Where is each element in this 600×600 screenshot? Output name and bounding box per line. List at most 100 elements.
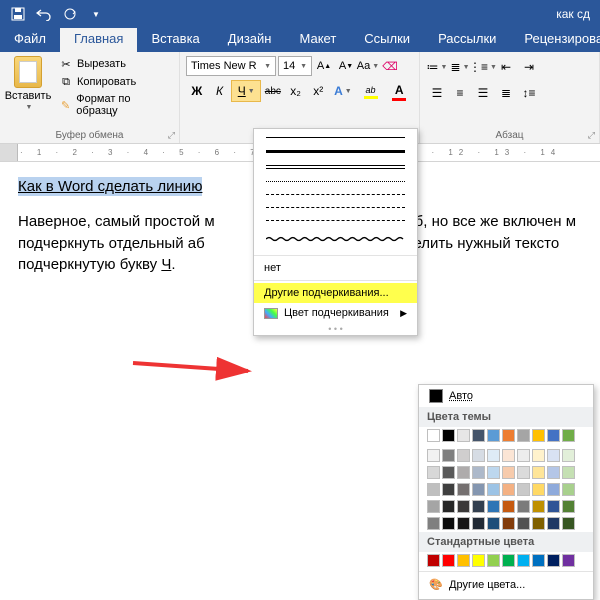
clear-formatting-button[interactable]: ⌫ (380, 56, 400, 76)
tab-insert[interactable]: Вставка (137, 28, 213, 52)
tab-references[interactable]: Ссылки (350, 28, 424, 52)
color-swatch[interactable] (487, 449, 500, 462)
color-swatch[interactable] (472, 500, 485, 513)
color-swatch[interactable] (517, 483, 530, 496)
color-swatch[interactable] (442, 429, 455, 442)
color-swatch[interactable] (502, 554, 515, 567)
shrink-font-button[interactable]: A▼ (336, 56, 356, 76)
color-swatch[interactable] (457, 449, 470, 462)
undo-icon[interactable] (32, 3, 56, 25)
font-name-combo[interactable]: Times New R▼ (186, 56, 276, 76)
color-swatch[interactable] (487, 483, 500, 496)
color-swatch[interactable] (457, 554, 470, 567)
underline-style-dashed[interactable] (266, 194, 405, 195)
color-swatch[interactable] (472, 554, 485, 567)
color-swatch[interactable] (547, 517, 560, 530)
grow-font-button[interactable]: A▲ (314, 56, 334, 76)
tab-design[interactable]: Дизайн (214, 28, 286, 52)
underline-color-submenu[interactable]: Цвет подчеркивания ▶ (254, 303, 417, 323)
tab-file[interactable]: Файл (0, 28, 60, 52)
highlight-button[interactable]: ab (357, 80, 385, 102)
color-swatch[interactable] (547, 466, 560, 479)
color-swatch[interactable] (457, 429, 470, 442)
color-swatch[interactable] (442, 449, 455, 462)
align-center-button[interactable]: ≡ (449, 82, 471, 104)
color-swatch[interactable] (427, 483, 440, 496)
color-swatch[interactable] (562, 500, 575, 513)
align-left-button[interactable]: ☰ (426, 82, 448, 104)
underline-more-styles[interactable]: Другие подчеркивания... (254, 283, 417, 303)
numbering-button[interactable]: ≣▼ (449, 56, 471, 78)
color-swatch[interactable] (562, 554, 575, 567)
color-swatch[interactable] (427, 429, 440, 442)
underline-none[interactable]: нет (254, 258, 417, 278)
color-swatch[interactable] (562, 466, 575, 479)
color-swatch[interactable] (532, 449, 545, 462)
qat-customize-icon[interactable]: ▼ (84, 3, 108, 25)
color-swatch[interactable] (427, 554, 440, 567)
color-swatch[interactable] (502, 429, 515, 442)
color-swatch[interactable] (532, 429, 545, 442)
format-painter-button[interactable]: ✎Формат по образцу (56, 92, 173, 118)
color-swatch[interactable] (562, 449, 575, 462)
color-swatch[interactable] (562, 517, 575, 530)
color-swatch[interactable] (532, 554, 545, 567)
color-swatch[interactable] (442, 500, 455, 513)
color-swatch[interactable] (472, 429, 485, 442)
underline-style-long-dash[interactable] (266, 220, 405, 221)
underline-style-double[interactable] (266, 165, 405, 169)
text-effects-button[interactable]: A▼ (330, 80, 356, 102)
underline-style-dotted[interactable] (266, 181, 405, 182)
color-swatch[interactable] (487, 554, 500, 567)
color-swatch[interactable] (517, 554, 530, 567)
color-swatch[interactable] (442, 554, 455, 567)
copy-button[interactable]: ⧉Копировать (56, 74, 173, 90)
color-swatch[interactable] (487, 517, 500, 530)
color-swatch[interactable] (502, 449, 515, 462)
color-swatch[interactable] (472, 466, 485, 479)
strikethrough-button[interactable]: abc (262, 80, 284, 102)
change-case-button[interactable]: Aa▼ (358, 56, 378, 76)
font-size-combo[interactable]: 14▼ (278, 56, 312, 76)
color-swatch[interactable] (487, 429, 500, 442)
tab-layout[interactable]: Макет (285, 28, 350, 52)
save-icon[interactable] (6, 3, 30, 25)
color-swatch[interactable] (502, 500, 515, 513)
superscript-button[interactable]: x² (307, 80, 329, 102)
underline-button[interactable]: Ч▼ (231, 80, 261, 102)
color-swatch[interactable] (457, 483, 470, 496)
color-swatch[interactable] (442, 483, 455, 496)
bold-button[interactable]: Ж (186, 80, 208, 102)
paste-button[interactable]: Вставить ▼ (6, 56, 50, 118)
underline-style-wave[interactable] (266, 233, 405, 245)
bullets-button[interactable]: ≔▼ (426, 56, 448, 78)
color-swatch[interactable] (547, 429, 560, 442)
underline-style-single[interactable] (266, 137, 405, 138)
color-auto[interactable]: Авто (419, 385, 593, 407)
color-swatch[interactable] (427, 500, 440, 513)
tab-mailings[interactable]: Рассылки (424, 28, 510, 52)
justify-button[interactable]: ≣ (495, 82, 517, 104)
underline-style-thick[interactable] (266, 150, 405, 153)
redo-icon[interactable] (58, 3, 82, 25)
underline-style-dash-dot[interactable] (266, 207, 405, 208)
cut-button[interactable]: ✂Вырезать (56, 56, 173, 72)
align-right-button[interactable]: ☰ (472, 82, 494, 104)
tab-home[interactable]: Главная (60, 28, 137, 52)
color-swatch[interactable] (517, 517, 530, 530)
color-swatch[interactable] (562, 483, 575, 496)
multilevel-button[interactable]: ⋮≡▼ (472, 56, 494, 78)
color-swatch[interactable] (517, 429, 530, 442)
color-swatch[interactable] (532, 517, 545, 530)
dialog-launcher-icon[interactable]: ⤢ (588, 130, 595, 141)
increase-indent-button[interactable]: ⇥ (518, 56, 540, 78)
color-swatch[interactable] (547, 449, 560, 462)
color-swatch[interactable] (547, 483, 560, 496)
tab-review[interactable]: Рецензирование (510, 28, 600, 52)
dialog-launcher-icon[interactable]: ⤢ (168, 130, 175, 141)
color-swatch[interactable] (532, 466, 545, 479)
color-swatch[interactable] (517, 449, 530, 462)
subscript-button[interactable]: x₂ (285, 80, 307, 102)
color-swatch[interactable] (532, 500, 545, 513)
color-swatch[interactable] (502, 483, 515, 496)
